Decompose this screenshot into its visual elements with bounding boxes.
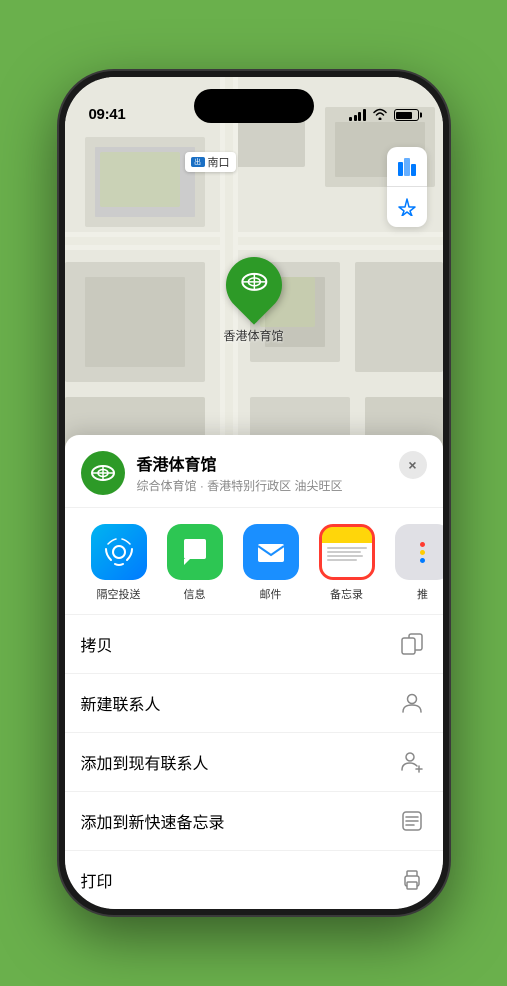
messages-label: 信息 [184,586,206,602]
map-label-icon: 出 [191,157,205,167]
map-location-text: 南口 [208,154,230,170]
notes-label: 备忘录 [330,586,363,602]
battery-fill [396,112,412,119]
add-note-label: 添加到新快速备忘录 [81,809,225,833]
add-existing-label: 添加到现有联系人 [81,750,209,774]
action-list: 拷贝 新建联系人 [65,614,443,909]
share-item-notes[interactable]: 备忘录 [309,524,385,602]
note-icon [397,806,427,836]
action-print[interactable]: 打印 [65,851,443,909]
action-copy[interactable]: 拷贝 [65,615,443,674]
map-type-button[interactable] [387,147,427,187]
stadium-icon [239,268,267,303]
airdrop-icon [91,524,147,580]
bottom-sheet: 香港体育馆 综合体育馆 · 香港特别行政区 油尖旺区 × [65,435,443,909]
new-contact-label: 新建联系人 [81,691,161,715]
phone-screen: 09:41 [65,77,443,909]
more-dots-icon [420,542,425,563]
location-info: 香港体育馆 综合体育馆 · 香港特别行政区 油尖旺区 [137,451,387,494]
status-time: 09:41 [89,106,126,123]
copy-icon [397,629,427,659]
location-name: 香港体育馆 [137,451,387,475]
status-icons [349,107,419,123]
signal-bar-4 [363,109,366,121]
copy-label: 拷贝 [81,632,113,656]
dynamic-island [194,89,314,123]
messages-icon [167,524,223,580]
signal-bar-1 [349,117,352,121]
close-button[interactable]: × [399,451,427,479]
location-button[interactable] [387,187,427,227]
share-item-messages[interactable]: 信息 [157,524,233,602]
action-new-contact[interactable]: 新建联系人 [65,674,443,733]
dot-red [420,542,425,547]
phone-frame: 09:41 [59,71,449,915]
person-add-icon [397,747,427,777]
dot-blue [420,558,425,563]
signal-bars-icon [349,109,366,121]
mail-icon [243,524,299,580]
print-icon [397,865,427,895]
mail-label: 邮件 [260,586,282,602]
map-location-label: 出 南口 [185,152,236,172]
action-add-existing[interactable]: 添加到现有联系人 [65,733,443,792]
share-item-more[interactable]: 推 [385,524,443,602]
print-label: 打印 [81,868,113,892]
more-label: 推 [417,586,428,602]
marker-pin [214,245,293,324]
notes-icon [319,524,375,580]
signal-bar-3 [358,112,361,121]
location-card: 香港体育馆 综合体育馆 · 香港特别行政区 油尖旺区 × [65,435,443,508]
location-subtitle: 综合体育馆 · 香港特别行政区 油尖旺区 [137,477,387,494]
share-row: 隔空投送 信息 [65,508,443,614]
wifi-icon [372,107,388,123]
more-icon [395,524,443,580]
map-controls [387,147,427,227]
share-item-mail[interactable]: 邮件 [233,524,309,602]
signal-bar-2 [354,115,357,121]
dot-yellow [420,550,425,555]
person-icon [397,688,427,718]
airdrop-label: 隔空投送 [97,586,141,602]
stadium-marker: 香港体育馆 [223,257,283,344]
share-item-airdrop[interactable]: 隔空投送 [81,524,157,602]
battery-icon [394,109,419,121]
location-venue-icon [81,451,125,495]
action-add-note[interactable]: 添加到新快速备忘录 [65,792,443,851]
marker-label: 香港体育馆 [223,327,283,344]
